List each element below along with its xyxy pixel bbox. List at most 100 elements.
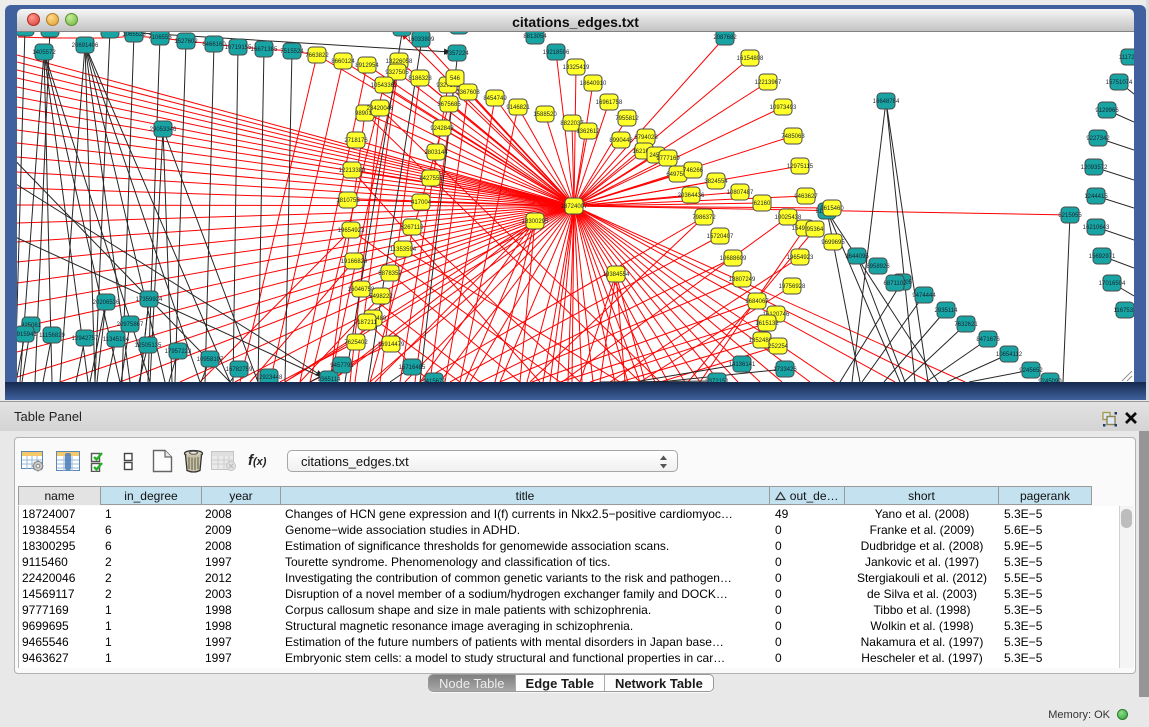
svg-text:18300295: 18300295 [522,219,549,225]
svg-text:12942757: 12942757 [72,336,99,342]
svg-text:17957223: 17957223 [165,349,192,355]
svg-text:23420046: 23420046 [367,106,394,112]
svg-text:11156829: 11156829 [39,333,65,339]
svg-text:7625402: 7625402 [344,340,368,346]
svg-text:11345194: 11345194 [103,337,130,343]
svg-text:7357224: 7357224 [445,51,469,57]
svg-text:746266: 746266 [683,168,704,174]
svg-text:1733426: 1733426 [773,367,797,373]
svg-text:187211: 187211 [357,320,377,326]
svg-text:6871102: 6871102 [884,281,908,287]
svg-text:8454749: 8454749 [483,96,507,102]
svg-text:1810755: 1810755 [336,198,360,204]
svg-text:1527602: 1527602 [174,39,198,45]
svg-text:252254: 252254 [768,344,789,350]
svg-text:1244415: 1244415 [1084,194,1108,200]
svg-text:8912954: 8912954 [355,63,379,69]
svg-text:8958926: 8958926 [866,264,890,270]
svg-text:9474444: 9474444 [912,293,936,299]
svg-text:20364436: 20364436 [678,193,705,199]
svg-text:16033809: 16033809 [408,37,435,43]
svg-text:7663822: 7663822 [305,53,329,59]
svg-text:6466160: 6466160 [202,42,226,48]
svg-text:12923448: 12923448 [256,375,283,381]
svg-text:7955812: 7955812 [615,116,639,122]
svg-text:9136171: 9136171 [98,32,122,34]
svg-text:19384554: 19384554 [603,272,630,278]
svg-text:3915941: 3915941 [17,332,37,338]
svg-text:7106553: 7106553 [148,35,172,41]
svg-text:9327505: 9327505 [385,70,409,76]
svg-text:7485063: 7485063 [781,134,805,140]
svg-text:2087682: 2087682 [713,35,737,41]
svg-text:18724007: 18724007 [561,204,588,210]
svg-text:2718176: 2718176 [344,138,368,144]
svg-text:10958107: 10958107 [197,357,224,363]
svg-text:14136141: 14136141 [729,362,756,368]
svg-text:9699695: 9699695 [821,240,845,246]
svg-text:1065528: 1065528 [122,32,146,38]
svg-text:29053346: 29053346 [150,127,177,133]
svg-text:16671385: 16671385 [251,47,278,53]
svg-text:18807249: 18807249 [729,277,756,283]
svg-text:8660124: 8660124 [331,59,355,65]
svg-text:95364: 95364 [807,227,824,233]
svg-text:2367608: 2367608 [456,90,480,96]
svg-text:18640910: 18640910 [580,81,607,87]
svg-text:8186328: 8186328 [408,76,432,82]
svg-text:9615460: 9615460 [820,206,844,212]
svg-text:8813054: 8813054 [523,34,547,40]
svg-text:1117205: 1117205 [1119,55,1134,61]
svg-text:19756928: 19756928 [779,284,806,290]
svg-text:19166829: 19166829 [341,259,368,265]
svg-text:1644095: 1644095 [845,254,869,260]
svg-text:5498222: 5498222 [369,294,393,300]
svg-text:8267110: 8267110 [401,225,425,231]
svg-text:2803144: 2803144 [424,150,448,156]
svg-text:9227342: 9227342 [1086,136,1110,142]
svg-text:16782759: 16782759 [226,367,253,373]
svg-text:8427552: 8427552 [419,176,443,182]
svg-text:20691406: 20691406 [72,43,99,49]
svg-text:15751074: 15751074 [1106,80,1133,86]
svg-text:20206536: 20206536 [93,300,120,306]
svg-text:8990448: 8990448 [609,138,633,144]
svg-text:19654923: 19654923 [787,255,814,261]
svg-text:16210643: 16210643 [1083,225,1110,231]
svg-text:10688609: 10688609 [720,256,747,262]
svg-text:3824554: 3824554 [704,179,728,185]
svg-text:12975115: 12975115 [787,164,814,170]
svg-text:7632621: 7632621 [954,322,978,328]
svg-text:16648784: 16648784 [873,99,900,105]
svg-text:9242848: 9242848 [430,126,454,132]
svg-text:16046758: 16046758 [348,287,375,293]
svg-text:7515524: 7515524 [280,49,304,55]
svg-text:15716485: 15716485 [399,365,426,371]
svg-text:1405572: 1405572 [32,50,56,56]
svg-text:17016504: 17016504 [1099,281,1126,287]
svg-text:1167533: 1167533 [1114,308,1134,314]
svg-text:9245652: 9245652 [1019,368,1043,374]
svg-text:8878352: 8878352 [378,271,402,277]
svg-text:12213389: 12213389 [339,168,366,174]
svg-text:10973493: 10973493 [770,105,797,111]
svg-text:9684067: 9684067 [745,299,769,305]
svg-text:3675685: 3675685 [437,102,461,108]
svg-text:10807487: 10807487 [727,190,754,196]
svg-text:1615132: 1615132 [755,321,779,327]
svg-text:17359924: 17359924 [136,297,163,303]
svg-text:6794028: 6794028 [634,135,658,141]
svg-text:1362612: 1362612 [576,129,600,135]
svg-text:12505135: 12505135 [135,343,162,349]
svg-text:13325419: 13325419 [563,65,590,71]
svg-text:12213967: 12213967 [755,80,782,86]
svg-text:15720407: 15720407 [707,234,734,240]
svg-text:16914479: 16914479 [378,342,405,348]
svg-text:11353594: 11353594 [390,247,417,253]
svg-text:20975867: 20975867 [117,322,144,328]
svg-text:8471676: 8471676 [976,337,1000,343]
svg-text:7986372: 7986372 [692,215,716,221]
svg-text:16154808: 16154808 [737,56,764,62]
svg-text:12093572: 12093572 [1081,165,1108,171]
svg-text:9463627: 9463627 [794,194,818,200]
